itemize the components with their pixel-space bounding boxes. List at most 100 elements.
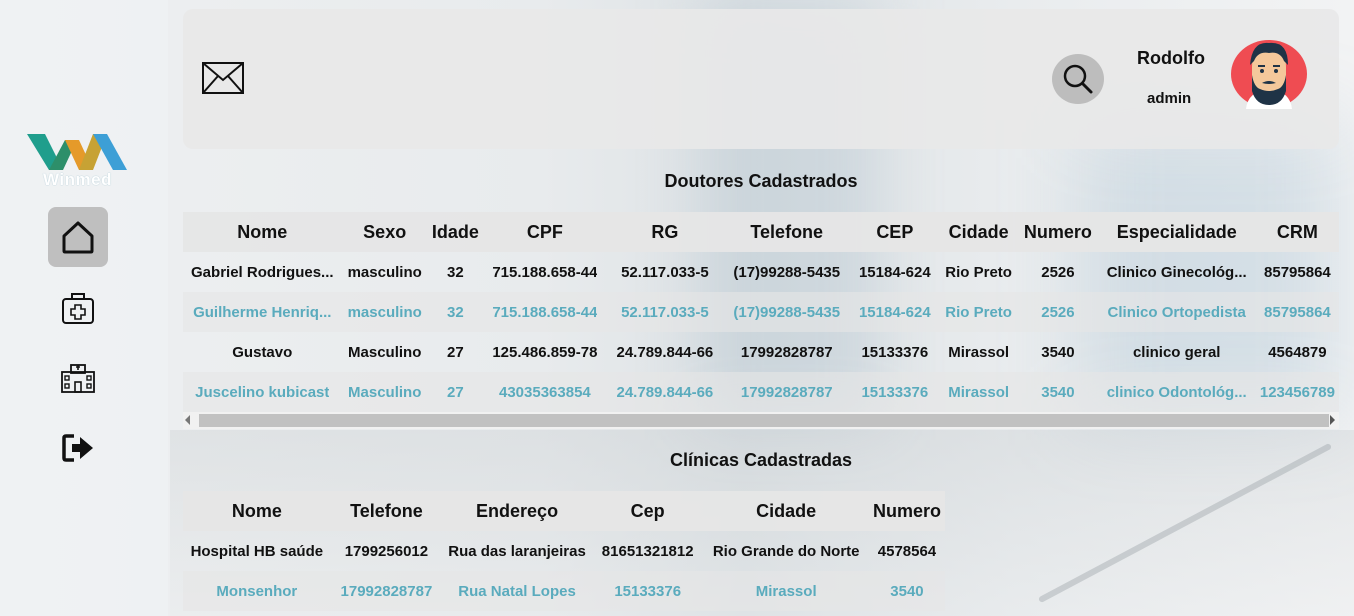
table-row[interactable]: Hospital HB saúde 1799256012 Rua das laran…	[183, 531, 945, 571]
table-cell: Juscelino kubicast	[183, 372, 342, 412]
user-role: admin	[1147, 90, 1192, 107]
table-cell: 27	[427, 372, 483, 412]
column-header: CRM	[1255, 212, 1339, 252]
clinics-table: Nome Telefone Endereço Cep Cidade Numero Hosp…	[183, 491, 945, 611]
table-cell: 27	[446, 343, 464, 361]
column-header: CPF	[482, 212, 607, 252]
table-cell: 15184-624	[850, 292, 940, 332]
table-cell: 32	[446, 263, 464, 281]
table-cell: 52.117.033-5	[606, 292, 723, 332]
top-bar	[183, 9, 1339, 149]
logout-icon	[62, 434, 93, 462]
table-cell: 52.117.033-5	[621, 263, 709, 281]
table-cell: 24.789.844-66	[616, 343, 714, 361]
table-cell: 715.188.658-44	[482, 292, 607, 332]
search-icon	[1063, 64, 1093, 94]
nav-logout-button[interactable]	[48, 418, 108, 478]
scroll-right-icon[interactable]	[1330, 415, 1335, 425]
table-cell: 17992828787	[740, 343, 833, 361]
table-cell: Guilherme Henriq...	[183, 292, 342, 332]
table-cell: masculino	[341, 292, 428, 332]
table-row[interactable]: Juscelino kubicast Masculino 27 43035363854…	[183, 372, 1339, 412]
nav-clinics-button[interactable]	[48, 348, 108, 408]
table-cell: 3540	[1041, 343, 1075, 361]
table-cell: 3540	[868, 571, 945, 611]
column-header: Cep	[591, 491, 704, 531]
table-cell: 1799256012	[344, 542, 429, 560]
table-cell: Mirassol	[948, 343, 1010, 361]
table-cell: Mirassol	[939, 372, 1019, 412]
table-cell: 81651321812	[601, 542, 694, 560]
clinics-header-row: Nome Telefone Endereço Cep Cidade Numero	[183, 491, 945, 531]
table-cell: clinico Odontológ...	[1097, 372, 1256, 412]
column-header: Endereço	[442, 491, 592, 531]
table-cell: 24.789.844-66	[606, 372, 723, 412]
table-row[interactable]: Gabriel Rodrigues... masculino 32 715.188.6…	[183, 252, 1339, 292]
table-cell: Rio Preto	[945, 263, 1012, 281]
column-header: Especialidade	[1097, 212, 1256, 252]
table-cell: 17992828787	[330, 571, 443, 611]
table-cell: 2526	[1018, 292, 1098, 332]
table-cell: 123456789	[1255, 372, 1339, 412]
avatar[interactable]	[1230, 39, 1308, 109]
doctors-table: Nome Sexo Idade CPF RG Telefone CEP Cidade Numer…	[183, 212, 1339, 412]
table-cell: (17)99288-5435	[722, 292, 851, 332]
table-cell: clinico geral	[1132, 343, 1221, 361]
logo-text: Winmed	[43, 170, 112, 189]
doctors-header-row: Nome Sexo Idade CPF RG Telefone CEP Cidade Numer…	[183, 212, 1339, 252]
search-button[interactable]	[1052, 54, 1104, 104]
table-cell: 15133376	[850, 372, 940, 412]
table-cell: 43035363854	[482, 372, 607, 412]
column-header: Sexo	[341, 212, 428, 252]
table-row[interactable]: Guilherme Henriq... masculino 32 715.188.65…	[183, 292, 1339, 332]
table-cell: 17992828787	[722, 372, 851, 412]
table-cell: Gabriel Rodrigues...	[191, 263, 334, 281]
doctors-table-container: Nome Sexo Idade CPF RG Telefone CEP Cidade Numer…	[183, 212, 1339, 412]
column-header: Cidade	[939, 212, 1019, 252]
column-header: RG	[606, 212, 723, 252]
table-cell: (17)99288-5435	[733, 263, 841, 281]
nav-home-button[interactable]	[48, 207, 108, 267]
doctors-section-title: Doutores Cadastrados	[664, 171, 858, 191]
table-cell: Masculino	[341, 372, 428, 412]
table-row[interactable]: Monsenhor 17992828787 Rua Natal Lopes 15133…	[183, 571, 945, 611]
scrollbar-thumb[interactable]	[199, 414, 1329, 427]
table-cell: Rua Natal Lopes	[442, 571, 592, 611]
clinics-section-title: Clínicas Cadastradas	[669, 450, 853, 470]
table-cell: 32	[427, 292, 483, 332]
column-header: Cidade	[703, 491, 869, 531]
nav-doctors-button[interactable]	[48, 278, 108, 338]
table-cell: Masculino	[348, 343, 422, 361]
scroll-left-icon[interactable]	[185, 415, 190, 425]
table-cell: 15133376	[591, 571, 704, 611]
mail-icon[interactable]	[202, 62, 244, 94]
table-cell: 15133376	[861, 343, 929, 361]
table-cell: Clinico Ortopedista	[1097, 292, 1256, 332]
column-header: Numero	[1018, 212, 1098, 252]
table-cell: Monsenhor	[183, 571, 331, 611]
column-header: Idade	[427, 212, 483, 252]
clinics-table-container: Nome Telefone Endereço Cep Cidade Numero Hosp…	[183, 491, 945, 616]
column-header: CEP	[850, 212, 940, 252]
table-cell: 125.486.859-78	[492, 343, 598, 361]
table-row[interactable]: Gustavo Masculino 27 125.486.859-78 24.789.8…	[183, 332, 1339, 372]
table-cell: 715.188.658-44	[492, 263, 598, 281]
table-cell: 15184-624	[858, 263, 931, 281]
medical-kit-icon	[62, 293, 94, 324]
table-cell: 3540	[1018, 372, 1098, 412]
hospital-icon	[61, 364, 95, 393]
table-cell: Mirassol	[703, 571, 869, 611]
table-cell: 4564879	[1268, 343, 1327, 361]
table-cell: Gustavo	[232, 343, 293, 361]
table-cell: masculino	[347, 263, 422, 281]
user-name: Rodolfo	[1137, 48, 1205, 68]
table-cell: Rua das laranjeiras	[448, 542, 586, 560]
table-cell: 2526	[1041, 263, 1075, 281]
table-cell: 85795864	[1255, 292, 1339, 332]
table-cell: Rio Grande do Norte	[712, 542, 860, 560]
table-cell: Hospital HB saúde	[190, 542, 324, 560]
doctors-horizontal-scrollbar[interactable]	[183, 412, 1339, 429]
column-header: Nome	[183, 212, 342, 252]
table-cell: Rio Preto	[939, 292, 1019, 332]
table-cell: 85795864	[1264, 263, 1331, 281]
